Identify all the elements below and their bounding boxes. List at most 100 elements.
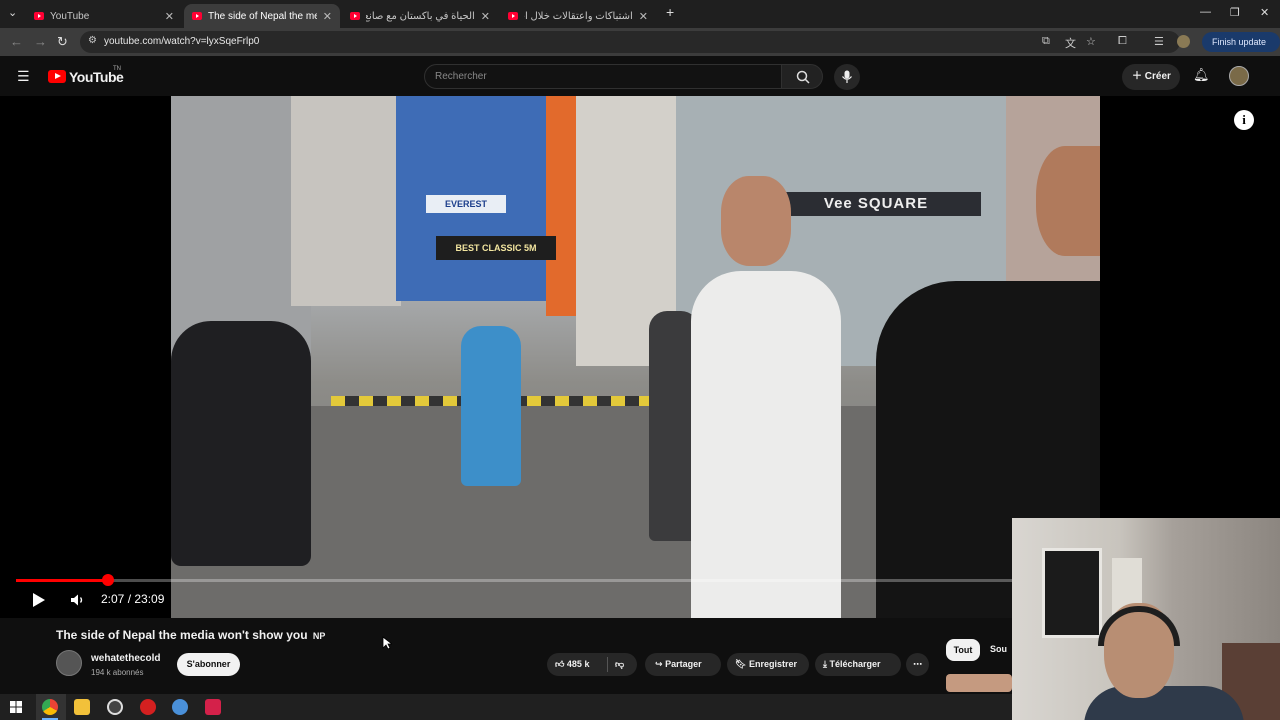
account-avatar[interactable] [1229, 66, 1249, 86]
tab-protest-video[interactable]: اشتباكات واعتقالات خلال احتجاجات ✕ [500, 4, 656, 28]
channel-name[interactable]: wehatethecold [91, 653, 160, 664]
bookmark-icon: 🔖︎ [735, 659, 747, 669]
download-button[interactable]: ⤓ Télécharger [815, 653, 901, 676]
search-button[interactable] [781, 64, 823, 89]
finish-update-button[interactable]: Finish update ⋮ [1202, 32, 1280, 67]
youtube-favicon-icon [508, 12, 518, 20]
thumbs-up-icon: 👍︎ [555, 659, 565, 669]
webcam-headset [1098, 606, 1180, 646]
tab-title: YouTube [50, 10, 90, 22]
menu-hamburger-icon[interactable]: ☰ [17, 68, 30, 85]
youtube-favicon-icon [34, 12, 44, 20]
plus-icon: ＋ [1132, 71, 1142, 82]
close-icon[interactable]: ✕ [165, 10, 174, 23]
tab-title: The side of Nepal the media won't [208, 10, 317, 22]
share-label: Partager [665, 659, 702, 669]
restore-icon[interactable]: ❐ [1230, 6, 1240, 19]
like-count: 485 k [566, 659, 590, 669]
save-label: Enregistrer [748, 659, 797, 669]
back-arrow-icon[interactable]: ← [10, 34, 23, 49]
country-badge: NP [312, 631, 326, 641]
tab-pakistan-video[interactable]: الحياة في باكستان مع صانع السلام ✕ [342, 4, 498, 28]
video-frame[interactable]: EVEREST BEST CLASSIC 5M Vee SQUARE [171, 96, 1100, 618]
time-display: 2:07 / 23:09 [101, 592, 165, 606]
install-app-icon[interactable]: ⧉ [1042, 35, 1050, 48]
subscribe-button[interactable]: S'abonner [177, 653, 240, 676]
forward-arrow-icon[interactable]: → [34, 34, 47, 49]
chip-all[interactable]: Tout [946, 639, 980, 661]
play-icon[interactable] [32, 592, 46, 608]
translate-icon[interactable]: 文 [1065, 35, 1076, 51]
chrome-icon[interactable] [42, 699, 58, 715]
file-explorer-icon[interactable] [74, 699, 90, 715]
recorder-icon[interactable] [140, 699, 156, 715]
tab-search-icon[interactable]: ⌄ [8, 6, 17, 19]
bookmark-star-icon[interactable]: ☆ [1086, 35, 1096, 48]
obs-icon[interactable] [107, 699, 123, 715]
save-button[interactable]: 🔖︎ Enregistrer [727, 653, 809, 676]
like-dislike-group: 👍︎ 485 k 👎︎ [547, 653, 637, 676]
microphone-icon [842, 70, 852, 83]
notifications-bell-icon[interactable]: 🔔︎ [1193, 67, 1210, 83]
more-actions-button[interactable]: ⋯ [906, 653, 929, 676]
close-icon[interactable]: ✕ [323, 10, 332, 23]
voice-search-button[interactable] [834, 64, 860, 90]
new-tab-icon[interactable]: + [666, 4, 674, 20]
tab-youtube[interactable]: YouTube ✕ [26, 4, 182, 28]
youtube-favicon-icon [192, 12, 202, 20]
address-bar[interactable]: ⚙ youtube.com/watch?v=lyxSqeFrlp0 ⧉ 文 ☆ [80, 31, 1180, 53]
logo-country-code: TN [113, 66, 121, 72]
url-text[interactable]: youtube.com/watch?v=lyxSqeFrlp0 [104, 36, 259, 47]
search-icon [796, 70, 810, 84]
profile-avatar[interactable] [1177, 35, 1190, 48]
channel-avatar[interactable] [56, 650, 82, 676]
subscriber-count: 194 k abonnés [91, 668, 144, 677]
info-icon[interactable]: i [1234, 110, 1254, 130]
tab-list-icon[interactable]: ☰ [1154, 35, 1164, 48]
like-button[interactable]: 👍︎ 485 k [555, 653, 589, 676]
dislike-button[interactable]: 👎︎ [615, 653, 624, 676]
pocket-icon[interactable] [205, 699, 221, 715]
scene-person-white-shirt [691, 271, 841, 618]
more-horizontal-icon: ⋯ [913, 659, 922, 669]
tab-title: اشتباكات واعتقالات خلال احتجاجات [524, 10, 633, 22]
scene-sign-best-classic: BEST CLASSIC 5M [436, 236, 556, 260]
extensions-icon[interactable]: ⧠ [1118, 35, 1127, 48]
search-input[interactable]: Rechercher [424, 64, 782, 89]
close-icon[interactable]: ✕ [639, 10, 648, 23]
chip-sources[interactable]: Sou [990, 644, 1007, 654]
mouse-cursor-icon [382, 636, 392, 650]
browser-toolbar: ← → ↻ ⚙ youtube.com/watch?v=lyxSqeFrlp0 … [0, 28, 1280, 67]
minimize-icon[interactable]: — [1200, 6, 1211, 18]
close-icon[interactable]: ✕ [481, 10, 490, 23]
create-button[interactable]: ＋ Créer [1122, 64, 1180, 90]
tab-title: الحياة في باكستان مع صانع السلام [366, 10, 475, 22]
app-icon[interactable] [172, 699, 188, 715]
progress-bar[interactable] [16, 574, 1012, 586]
browser-tab-strip: ⌄ YouTube ✕ The side of Nepal the media … [0, 0, 1280, 28]
window-close-icon[interactable]: ✕ [1260, 6, 1269, 19]
scene-face [721, 176, 791, 266]
progress-scrubber[interactable] [101, 574, 114, 586]
webcam-person-shoulders [1084, 686, 1244, 720]
video-title: The side of Nepal the media won't show y… [56, 628, 325, 642]
scene-sign-everest: EVEREST [426, 195, 506, 213]
tab-nepal-video[interactable]: The side of Nepal the media won't ✕ [184, 4, 340, 28]
download-label: Télécharger [829, 659, 881, 669]
scene-building [171, 96, 311, 356]
scene-building [546, 96, 576, 316]
scene-sign-vee-square: Vee SQUARE [771, 192, 981, 216]
scene-person [171, 321, 311, 566]
thumbs-down-icon: 👎︎ [615, 659, 625, 669]
windows-start-icon[interactable] [10, 701, 22, 713]
webcam-window [1042, 548, 1102, 638]
share-icon: ↪ [655, 659, 663, 669]
volume-icon[interactable] [70, 593, 86, 607]
share-button[interactable]: ↪ Partager [645, 653, 721, 676]
recommended-video-thumbnail[interactable] [946, 674, 1012, 692]
youtube-play-logo-icon [48, 70, 66, 83]
scene-person [461, 326, 521, 486]
divider [607, 657, 608, 672]
site-info-icon[interactable]: ⚙ [88, 35, 97, 46]
reload-icon[interactable]: ↻ [57, 34, 68, 50]
